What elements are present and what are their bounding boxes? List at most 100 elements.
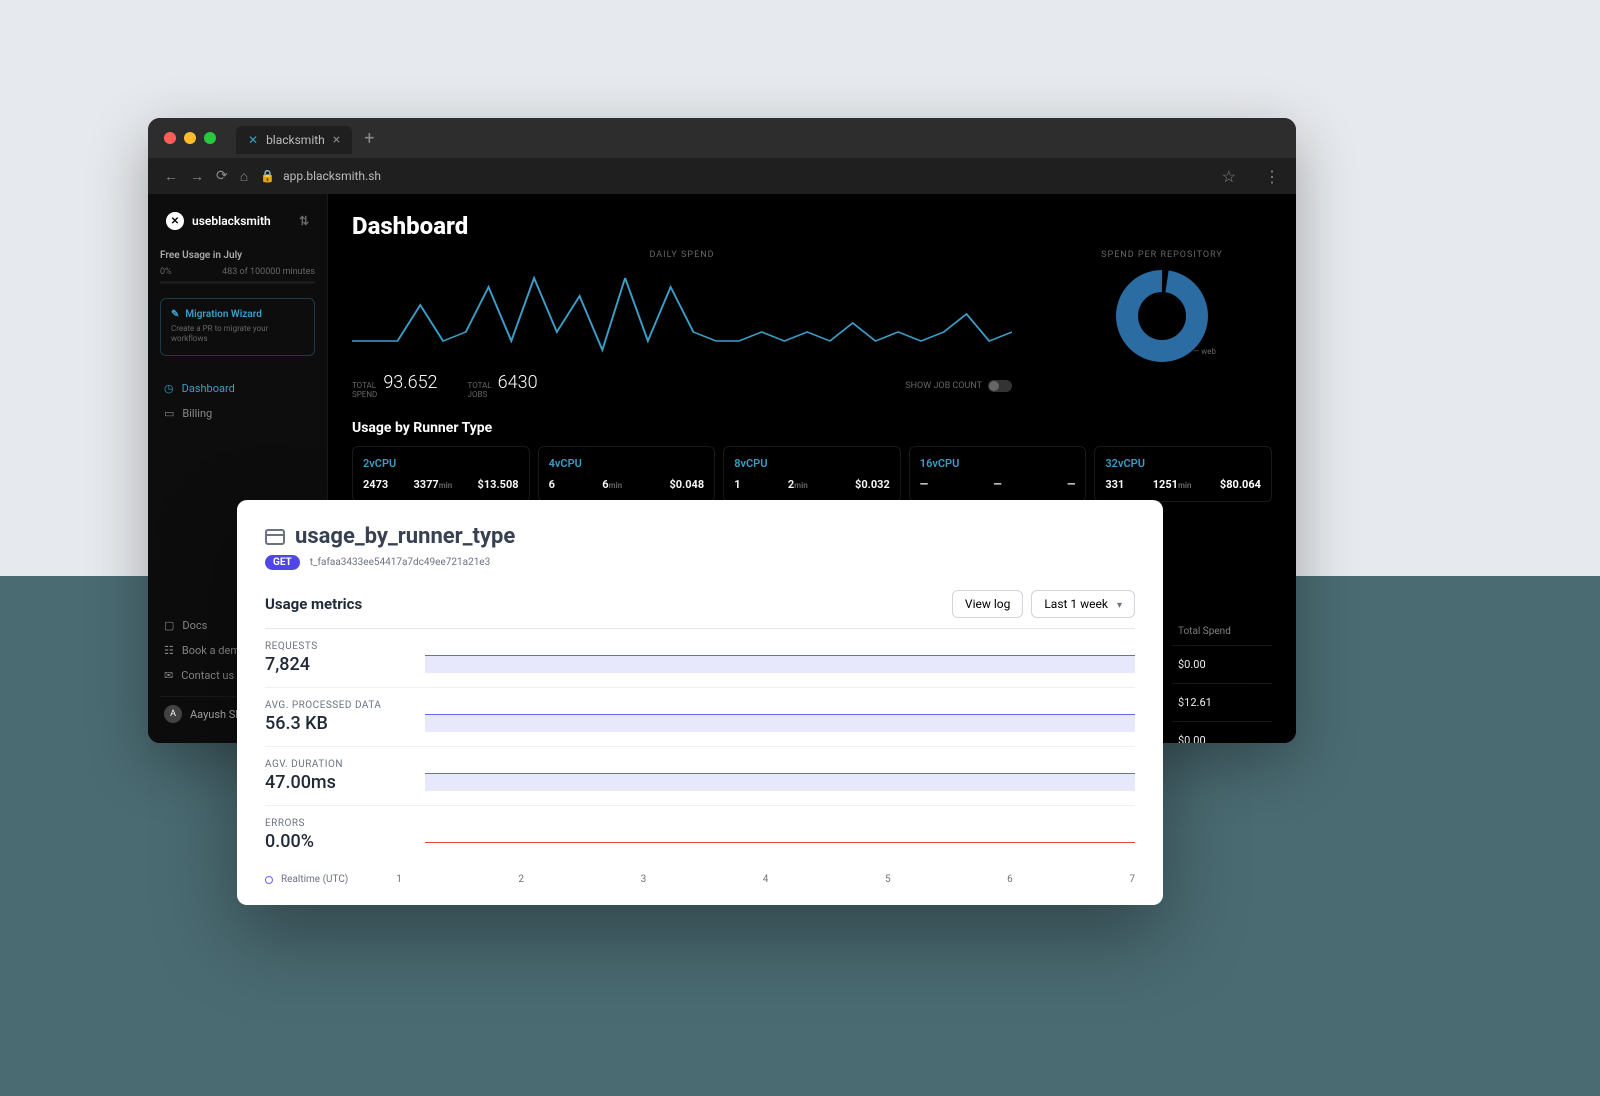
- migration-wizard-card[interactable]: ✎ Migration Wizard Create a PR to migrat…: [160, 298, 315, 356]
- runner-title: 16vCPU: [920, 457, 1076, 470]
- runner-jobs: 1: [734, 478, 740, 491]
- close-tab-icon[interactable]: ×: [333, 132, 340, 148]
- total-spend-value: 93.652: [383, 372, 437, 393]
- runner-time: 6min: [602, 478, 622, 491]
- page-title: Dashboard: [352, 212, 1272, 240]
- spend-row: $0.00: [1172, 645, 1272, 683]
- metric-sparkline: [425, 820, 1135, 850]
- sidebar-item-label: Docs: [182, 619, 207, 632]
- timeline-tick: 6: [1007, 874, 1013, 885]
- new-tab-icon[interactable]: +: [364, 128, 374, 149]
- runner-spend: $80.064: [1220, 478, 1261, 491]
- timeline-tick: 1: [396, 874, 402, 885]
- total-jobs-label: TOTAL JOBS: [468, 382, 492, 400]
- usage-detail: 483 of 100000 minutes: [222, 267, 315, 277]
- metric-value: 47.00ms: [265, 772, 425, 793]
- metric-sparkline: [425, 761, 1135, 791]
- daily-spend-label: DAILY SPEND: [352, 250, 1012, 260]
- sidebar-item-billing[interactable]: ▭Billing: [160, 401, 315, 426]
- metric-row: AGV. DURATION 47.00ms: [265, 747, 1135, 806]
- sidebar-item-dashboard[interactable]: ◷Dashboard: [160, 376, 315, 401]
- org-name: useblacksmith: [192, 214, 271, 228]
- metric-sparkline: [425, 643, 1135, 673]
- period-dropdown[interactable]: Last 1 week ▾: [1031, 590, 1135, 618]
- metric-label: AGV. DURATION: [265, 759, 425, 770]
- close-window-icon[interactable]: [164, 132, 176, 144]
- runner-jobs: 331: [1105, 478, 1124, 491]
- mail-icon: ✉: [164, 669, 173, 682]
- forward-icon[interactable]: →: [190, 168, 204, 185]
- timeline-label: Realtime (UTC): [281, 874, 348, 885]
- spend-row: $12.61: [1172, 683, 1272, 721]
- calendar-icon: ☷: [164, 644, 174, 657]
- browser-chrome: ✕ blacksmith × +: [148, 118, 1296, 158]
- daily-spend-chart: [352, 264, 1012, 364]
- metric-value: 0.00%: [265, 831, 425, 852]
- migration-subtitle: Create a PR to migrate your workflows: [171, 324, 304, 345]
- metric-label: REQUESTS: [265, 641, 425, 652]
- total-jobs-value: 6430: [498, 372, 538, 393]
- metric-value: 56.3 KB: [265, 713, 425, 734]
- org-avatar-icon: ✕: [166, 212, 184, 230]
- spend-row: $0.00: [1172, 721, 1272, 743]
- spend-col-header: Total Spend: [1172, 618, 1272, 645]
- home-icon[interactable]: ⌂: [240, 168, 248, 185]
- book-icon: ▢: [164, 619, 174, 632]
- lock-icon: 🔒: [260, 169, 275, 183]
- runner-spend: $0.048: [669, 478, 704, 491]
- runner-title: 32vCPU: [1105, 457, 1261, 470]
- org-switcher[interactable]: ✕ useblacksmith ⇅: [160, 206, 315, 236]
- card-icon: ▭: [164, 407, 174, 420]
- total-spend-label: TOTAL SPEND: [352, 382, 377, 400]
- view-log-button[interactable]: View log: [952, 590, 1023, 618]
- usage-panel: Free Usage in July 0% 483 of 100000 minu…: [160, 250, 315, 284]
- timeline-tick: 4: [763, 874, 769, 885]
- spend-per-repo-chart: — web: [1112, 266, 1212, 366]
- timeline-tick: 7: [1129, 874, 1135, 885]
- migration-title: Migration Wizard: [185, 309, 261, 320]
- chevron-updown-icon: ⇅: [299, 214, 309, 228]
- bookmark-icon[interactable]: ☆: [1222, 167, 1236, 186]
- show-job-count-toggle[interactable]: SHOW JOB COUNT: [905, 380, 1012, 392]
- metric-value: 7,824: [265, 654, 425, 675]
- endpoint-title: usage_by_runner_type: [295, 524, 515, 549]
- http-method-badge: GET: [265, 555, 300, 570]
- tab-title: blacksmith: [266, 133, 325, 147]
- url-input[interactable]: 🔒 app.blacksmith.sh: [260, 169, 1209, 183]
- toggle-switch-icon: [988, 380, 1012, 392]
- metric-sparkline: [425, 702, 1135, 732]
- runner-jobs: —: [920, 478, 928, 491]
- runner-title: 8vCPU: [734, 457, 890, 470]
- chevron-down-icon: ▾: [1117, 600, 1122, 611]
- total-spend-column: Total Spend $0.00$12.61$0.00: [1172, 618, 1272, 743]
- metric-row: REQUESTS 7,824: [265, 629, 1135, 688]
- timeline-tick: 5: [885, 874, 891, 885]
- runner-title: 2vCPU: [363, 457, 519, 470]
- donut-label: SPEND PER REPOSITORY: [1052, 250, 1272, 260]
- browser-menu-icon[interactable]: ⋮: [1264, 167, 1280, 186]
- timeline-tick: 3: [641, 874, 647, 885]
- runner-card[interactable]: 16vCPU — — —: [909, 446, 1087, 502]
- metric-label: AVG. PROCESSED DATA: [265, 700, 425, 711]
- metric-row: ERRORS 0.00%: [265, 806, 1135, 864]
- runner-card[interactable]: 8vCPU 1 2min $0.032: [723, 446, 901, 502]
- runner-time: 1251min: [1153, 478, 1192, 491]
- gauge-icon: ◷: [164, 382, 174, 395]
- browser-tab[interactable]: ✕ blacksmith ×: [236, 126, 352, 154]
- runner-card[interactable]: 32vCPU 331 1251min $80.064: [1094, 446, 1272, 502]
- runner-card[interactable]: 4vCPU 6 6min $0.048: [538, 446, 716, 502]
- reload-icon[interactable]: ⟳: [216, 168, 228, 184]
- runner-card[interactable]: 2vCPU 2473 3377min $13.508: [352, 446, 530, 502]
- metrics-title: Usage metrics: [265, 595, 362, 613]
- runner-spend: $0.032: [855, 478, 890, 491]
- runner-time: 2min: [788, 478, 808, 491]
- runner-time: —: [993, 478, 1001, 491]
- minimize-window-icon[interactable]: [184, 132, 196, 144]
- usage-pct: 0%: [160, 267, 172, 277]
- usage-progress-bar: [160, 281, 315, 284]
- maximize-window-icon[interactable]: [204, 132, 216, 144]
- realtime-dot-icon: [265, 876, 273, 884]
- timeline-tick: 2: [518, 874, 524, 885]
- back-icon[interactable]: ←: [164, 168, 178, 185]
- runner-jobs: 6: [549, 478, 555, 491]
